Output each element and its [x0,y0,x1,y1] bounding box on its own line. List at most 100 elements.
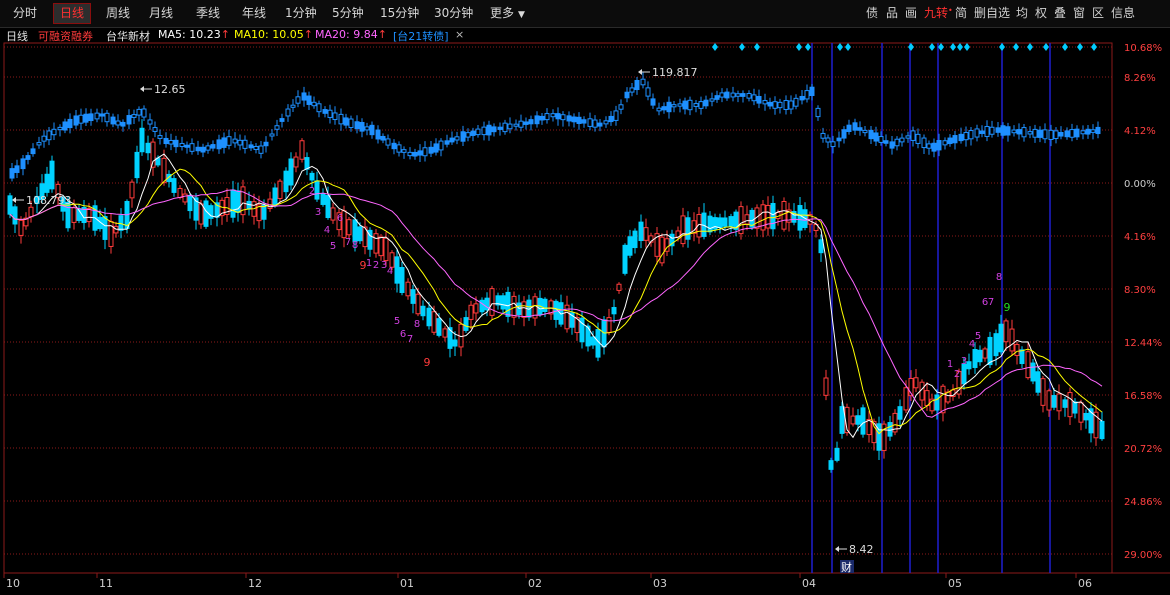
stock-candle [431,311,437,333]
stock-candle [659,236,665,264]
tool-nine-turn[interactable]: 九转 [924,4,948,23]
tab-intraday[interactable]: 分时 [7,4,43,23]
kline-chart[interactable]: 10.68% 8.26% 4.12% 0.00% 4.16% 8.30% 12.44% 16.… [0,0,1170,595]
tab-5min[interactable]: 5分钟 [326,4,370,23]
bond-candle [444,140,450,145]
stock-candle [134,151,140,179]
stock-candle [627,236,633,256]
tab-quarterly[interactable]: 季线 [190,4,226,23]
stock-candle [521,301,527,318]
bond-candle [242,139,248,149]
bond-candle [788,100,794,110]
signal-diamond [999,43,1005,51]
x-tick-label: 12 [248,577,262,590]
stock-candle [436,318,442,336]
bond-candle [1016,129,1022,135]
bond-candle [799,95,805,101]
nine-turn-digit: 8 [414,319,420,330]
tab-more[interactable]: 更多 ▼ [484,4,531,23]
signal-diamond [1043,43,1049,51]
bond-candle [422,147,428,157]
nine-turn-digit: 1 [947,359,953,370]
stock-candle [383,237,389,262]
bond-high-label: 119.817 [652,66,698,79]
nine-turn-digit: 7 [407,334,413,345]
tool-range[interactable]: 区 [1092,4,1104,23]
tab-daily[interactable]: 日线 [53,3,92,24]
bond-tag[interactable]: [台21转债] [393,28,449,44]
bond-candle [984,126,990,137]
stock-candle [177,187,183,199]
stock-candle [542,298,548,313]
stock-low-label: 8.42 [849,543,874,556]
stock-candle [473,303,479,314]
bond-candle [83,113,89,123]
tab-monthly[interactable]: 月线 [143,4,179,23]
bond-candle [1069,129,1075,138]
stock-candle [722,217,728,227]
stock-candle [1067,392,1073,418]
bond-candle [295,96,301,104]
stock-candle [770,203,776,230]
stock-candle [993,333,999,357]
close-icon[interactable]: × [455,28,464,41]
bond-candle [952,135,958,144]
tool-overlay[interactable]: 叠 [1054,4,1066,23]
tool-average[interactable]: 均 [1016,4,1028,23]
bond-candle [306,95,312,105]
nine-turn-digit: 6 [337,213,343,224]
bond-candle [168,139,174,145]
tool-info[interactable]: 信息 [1111,4,1135,23]
bond-candle [391,142,397,150]
stock-candle [590,336,596,346]
stock-candle [828,460,834,470]
tool-rights[interactable]: 权 [1035,4,1047,23]
tool-window[interactable]: 窗 [1073,4,1085,23]
tab-1min[interactable]: 1分钟 [279,4,323,23]
y-tick-label: 16.58% [1124,391,1162,402]
bond-candle [332,112,338,121]
stock-candle [1035,371,1041,393]
stock-candle [129,181,135,199]
tab-yearly[interactable]: 年线 [236,4,272,23]
tool-draw[interactable]: 画 [905,4,917,23]
tool-remove-watchlist[interactable]: 删自选 [974,4,1010,23]
stock-candle [632,230,638,249]
bond-candle [25,155,31,160]
bond-candle [152,127,158,132]
bond-candle [756,95,762,104]
toolbar: 分时 日线 周线 月线 季线 年线 1分钟 5分钟 15分钟 30分钟 更多 ▼ … [0,0,1170,28]
tab-15min[interactable]: 15分钟 [374,4,425,23]
stock-candle [49,160,55,190]
bond-candle [481,126,487,136]
bond-candle [184,144,190,148]
bond-candle [428,146,434,154]
tab-weekly[interactable]: 周线 [100,4,136,23]
stock-candle [139,127,145,153]
bond-candle [608,115,614,123]
tool-bond[interactable]: 债 [866,4,878,23]
bond-candle [730,92,736,98]
margin-tag[interactable]: 可融资融券 [38,28,93,44]
stock-candle [283,170,289,193]
stock-candle [320,193,326,205]
tab-30min[interactable]: 30分钟 [428,4,479,23]
bond-candle [942,140,948,146]
bond-candle [523,121,529,125]
tool-pin[interactable]: 品 [886,4,898,23]
nine-turn-digit: 2 [373,260,379,271]
indicator-bar: 日线 可融资融券 台华新材 MA5: 10.23↑ MA10: 10.05↑ M… [0,27,1170,43]
bond-candle [99,113,105,117]
tool-simple[interactable]: 简 [955,4,967,23]
bond-candle [454,136,460,141]
nine-turn-digit: 5 [975,331,981,342]
bond-candle [88,113,94,122]
bond-candle [322,109,328,114]
bond-candle [1085,128,1091,135]
bond-candle [110,116,116,125]
bond-candle [62,121,68,131]
bond-candle [709,98,715,102]
stock-candle [998,323,1004,353]
stock-candle [982,348,988,359]
x-axis-labels: 10 11 12 01 02 03 04 05 06 [3,573,1092,590]
